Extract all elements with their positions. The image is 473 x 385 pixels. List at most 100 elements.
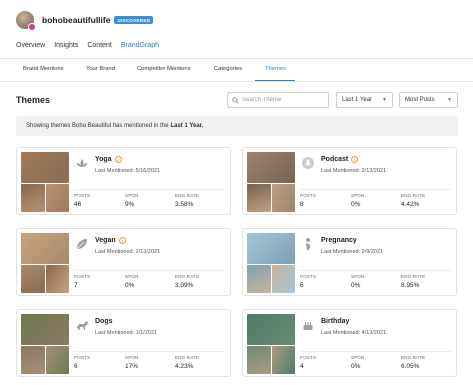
divider xyxy=(299,270,451,271)
pregnancy-icon xyxy=(301,237,315,251)
theme-photo[interactable] xyxy=(271,346,295,374)
theme-name-label: Dogs xyxy=(95,318,113,325)
search-input[interactable] xyxy=(242,97,327,103)
spon-value: 0% xyxy=(351,201,361,208)
spon-value: 0% xyxy=(125,282,135,289)
eng-rate-value: 6.05% xyxy=(401,363,420,370)
theme-card[interactable]: Pregnancy Last Mentioned: 2/9/2021 POSTS… xyxy=(242,228,457,296)
posts-value: 4 xyxy=(300,363,304,370)
theme-name-label: Podcast xyxy=(321,156,349,163)
theme-photo[interactable] xyxy=(21,314,69,345)
info-period: Last 1 Year. xyxy=(170,123,204,129)
posts-value: 6 xyxy=(74,363,78,370)
theme-card[interactable]: Yoga 1 Last Mentioned: 5/16/2021 POSTS S… xyxy=(16,147,231,215)
theme-photo[interactable] xyxy=(247,152,295,183)
nav-brandgraph[interactable]: BrandGraph xyxy=(121,42,159,49)
theme-photo[interactable] xyxy=(247,346,271,374)
theme-photo[interactable] xyxy=(247,184,271,212)
theme-photo[interactable] xyxy=(21,152,69,183)
eng-rate-value: 3.58% xyxy=(175,201,194,208)
tab-categories[interactable]: Categories xyxy=(214,66,242,72)
theme-name[interactable]: Dogs xyxy=(95,318,113,325)
rank-badge-icon: 1 xyxy=(114,156,122,163)
posts-label: POSTS xyxy=(300,274,317,279)
eng-rate-label: ENG.RATE xyxy=(175,355,200,360)
posts-value: 46 xyxy=(74,201,82,208)
leaf-icon xyxy=(75,237,89,251)
last-mentioned: Last Mentioned: 5/16/2021 xyxy=(95,168,161,174)
eng-rate-value: 4.42% xyxy=(401,201,420,208)
theme-card[interactable]: Vegan 1 Last Mentioned: 2/13/2021 POSTS … xyxy=(16,228,231,296)
nav-overview[interactable]: Overview xyxy=(16,42,45,49)
theme-name-label: Yoga xyxy=(95,156,112,163)
avatar[interactable] xyxy=(16,11,36,31)
theme-photo[interactable] xyxy=(45,265,69,293)
tab-competitor-mentions[interactable]: Competitor Mentions xyxy=(137,66,190,72)
search-box[interactable] xyxy=(227,92,329,108)
theme-photo[interactable] xyxy=(45,346,69,374)
chevron-down-icon: ▼ xyxy=(382,97,387,103)
theme-card[interactable]: Dogs Last Mentioned: 1/1/2021 POSTS SPON… xyxy=(16,309,231,377)
theme-photo-grid xyxy=(247,314,295,374)
eng-rate-value: 4.23% xyxy=(175,363,194,370)
theme-photo[interactable] xyxy=(247,314,295,345)
theme-name[interactable]: Vegan 1 xyxy=(95,237,126,244)
spon-value: 17% xyxy=(125,363,139,370)
theme-photo[interactable] xyxy=(21,233,69,264)
spon-label: SPON. xyxy=(351,355,367,360)
divider xyxy=(73,351,225,352)
tab-brand-mentions[interactable]: Brand Mentions xyxy=(23,66,64,72)
theme-photo[interactable] xyxy=(247,265,271,293)
spon-label: SPON. xyxy=(125,355,141,360)
sort-select-value: Most Posts xyxy=(405,97,435,103)
nav-insights[interactable]: Insights xyxy=(54,42,78,49)
eng-rate-label: ENG.RATE xyxy=(175,274,200,279)
nav-content[interactable]: Content xyxy=(87,42,112,49)
theme-name[interactable]: Pregnancy xyxy=(321,237,357,244)
eng-rate-label: ENG.RATE xyxy=(401,355,426,360)
posts-value: 7 xyxy=(74,282,78,289)
posts-value: 8 xyxy=(300,201,304,208)
posts-value: 6 xyxy=(300,282,304,289)
period-select[interactable]: Last 1 Year ▼ xyxy=(336,92,393,108)
rank-badge-icon: 1 xyxy=(118,237,126,244)
theme-photo[interactable] xyxy=(21,346,45,374)
sort-select[interactable]: Most Posts ▼ xyxy=(399,92,458,108)
theme-card[interactable]: Podcast 1 Last Mentioned: 2/13/2021 POST… xyxy=(242,147,457,215)
page-title: Themes xyxy=(16,95,51,105)
theme-photo-grid xyxy=(21,152,69,212)
theme-name[interactable]: Birthday xyxy=(321,318,349,325)
theme-photo[interactable] xyxy=(45,184,69,212)
theme-photo[interactable] xyxy=(21,265,45,293)
tab-themes[interactable]: Themes xyxy=(265,66,286,72)
theme-card[interactable]: Birthday Last Mentioned: 4/13/2021 POSTS… xyxy=(242,309,457,377)
posts-label: POSTS xyxy=(300,355,317,360)
theme-photo[interactable] xyxy=(271,265,295,293)
dog-icon xyxy=(75,318,89,332)
theme-photo[interactable] xyxy=(21,184,45,212)
tab-your-brand[interactable]: Your Brand xyxy=(86,66,115,72)
theme-photo-grid xyxy=(21,233,69,293)
spon-value: 9% xyxy=(125,201,135,208)
sub-tabs: Brand Mentions Your Brand Competitor Men… xyxy=(0,66,473,80)
theme-photo[interactable] xyxy=(247,233,295,264)
last-mentioned: Last Mentioned: 2/13/2021 xyxy=(321,168,387,174)
theme-name[interactable]: Podcast 1 xyxy=(321,156,359,163)
theme-photo[interactable] xyxy=(271,184,295,212)
divider xyxy=(0,81,473,82)
posts-label: POSTS xyxy=(74,193,91,198)
eng-rate-value: 3.09% xyxy=(175,282,194,289)
lotus-icon xyxy=(75,156,89,170)
spon-label: SPON. xyxy=(351,193,367,198)
eng-rate-label: ENG.RATE xyxy=(401,274,426,279)
theme-name-label: Birthday xyxy=(321,318,350,325)
spon-label: SPON. xyxy=(125,274,141,279)
last-mentioned: Last Mentioned: 4/13/2021 xyxy=(321,330,387,336)
posts-label: POSTS xyxy=(300,193,317,198)
theme-name[interactable]: Yoga 1 xyxy=(95,156,122,163)
cake-icon xyxy=(301,318,315,332)
rank-badge-icon: 1 xyxy=(351,156,359,163)
profile-username[interactable]: bohobeautifullife xyxy=(42,15,110,25)
eng-rate-value: 8.95% xyxy=(401,282,420,289)
main-nav: Overview Insights Content BrandGraph xyxy=(16,42,159,49)
